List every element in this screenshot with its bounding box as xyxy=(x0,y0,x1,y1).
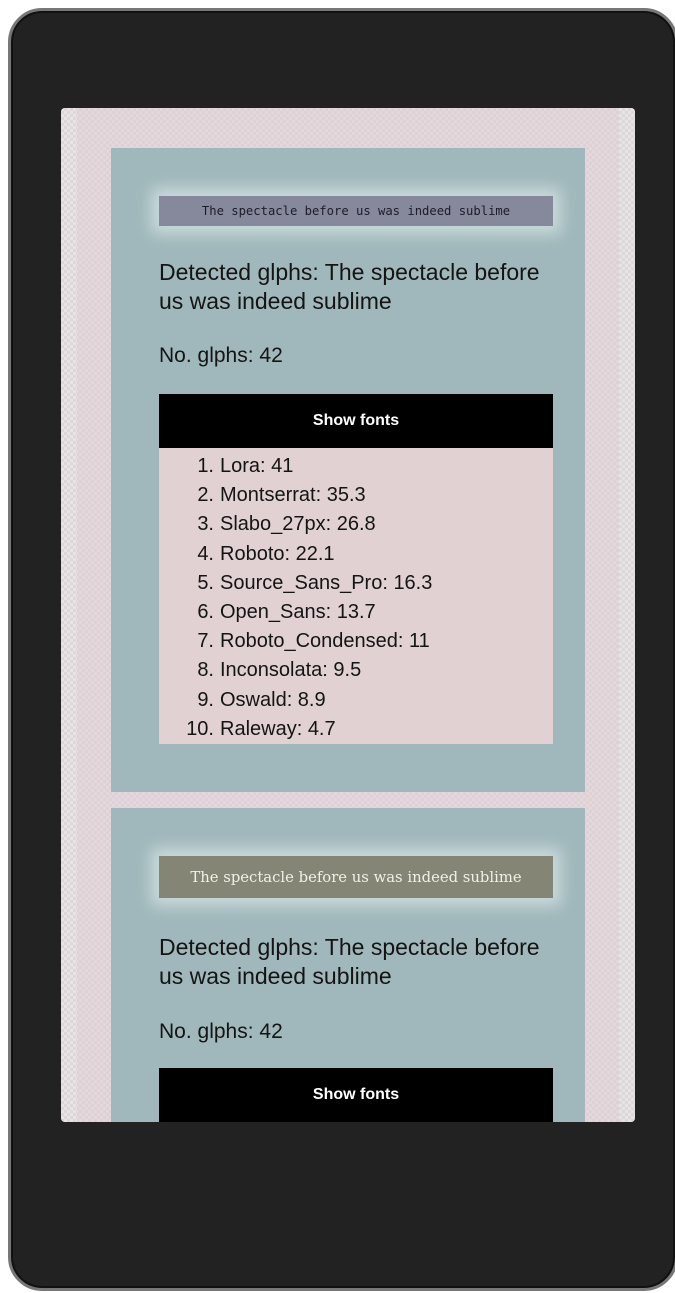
result-card-2: The spectacle before us was indeed subli… xyxy=(111,808,585,1122)
list-item: 8. Inconsolata: 9.5 xyxy=(159,656,553,685)
list-item: 2. Montserrat: 35.3 xyxy=(159,481,553,510)
list-item-number: 9. xyxy=(197,688,214,711)
sample-image-2: The spectacle before us was indeed subli… xyxy=(159,856,553,898)
list-item-label: Roboto: 22.1 xyxy=(220,542,335,565)
list-item: 5. Source_Sans_Pro: 16.3 xyxy=(159,569,553,598)
list-item-number: 1. xyxy=(197,455,214,477)
list-item: 3. Slabo_27px: 26.8 xyxy=(159,510,553,539)
list-item-number: 2. xyxy=(197,484,214,507)
list-item-number: 5. xyxy=(197,571,214,594)
list-item: 1. Lora: 41 xyxy=(159,452,553,481)
list-item-label: Raleway: 4.7 xyxy=(220,717,336,740)
sample-image-text: The spectacle before us was indeed subli… xyxy=(201,204,511,218)
detected-glyphs-text: Detected glphs: The spectacle before us … xyxy=(159,259,540,314)
list-item-label: Slabo_27px: 26.8 xyxy=(220,513,376,536)
list-item-number: 7. xyxy=(197,630,214,653)
sample-image-1: The spectacle before us was indeed subli… xyxy=(159,196,553,226)
glyph-count: No. glphs: 42 xyxy=(159,1020,283,1043)
list-item: 7. Roboto_Condensed: 11 xyxy=(159,627,553,656)
list-item-label: Roboto_Condensed: 11 xyxy=(220,630,430,653)
list-item-label: Open_Sans: 13.7 xyxy=(220,601,376,624)
list-item-label: Source_Sans_Pro: 16.3 xyxy=(220,571,433,594)
glyph-count: No. glphs: 42 xyxy=(159,344,283,367)
result-card-1: The spectacle before us was indeed subli… xyxy=(111,148,585,792)
list-item: 4. Roboto: 22.1 xyxy=(159,540,553,569)
list-item-label: Inconsolata: 9.5 xyxy=(220,659,362,682)
list-item-number: 10. xyxy=(186,717,214,740)
fonts-list: 1. Lora: 41 2. Montserrat: 35.3 3. Slabo_27… xyxy=(159,448,553,744)
list-item-label: Oswald: 8.9 xyxy=(220,688,326,711)
list-item-number: 3. xyxy=(197,513,214,536)
phone-screen: The spectacle before us was indeed subli… xyxy=(61,108,635,1122)
list-item-label: Montserrat: 35.3 xyxy=(220,484,366,507)
list-item: 9. Oswald: 8.9 xyxy=(159,686,553,715)
list-item-number: 6. xyxy=(197,601,214,624)
phone-frame: The spectacle before us was indeed subli… xyxy=(8,8,675,1291)
detected-glyphs-text: Detected glphs: The spectacle before us … xyxy=(159,934,540,989)
list-item: 6. Open_Sans: 13.7 xyxy=(159,598,553,627)
show-fonts-button[interactable]: Show fonts xyxy=(159,394,553,448)
list-item: 10. Raleway: 4.7 xyxy=(159,715,553,744)
sample-image-text: The spectacle before us was indeed subli… xyxy=(190,868,522,886)
list-item-number: 4. xyxy=(197,542,214,565)
show-fonts-button[interactable]: Show fonts xyxy=(159,1068,553,1122)
list-item-number: 8. xyxy=(197,659,214,682)
list-item-label: Lora: 41 xyxy=(220,455,294,477)
